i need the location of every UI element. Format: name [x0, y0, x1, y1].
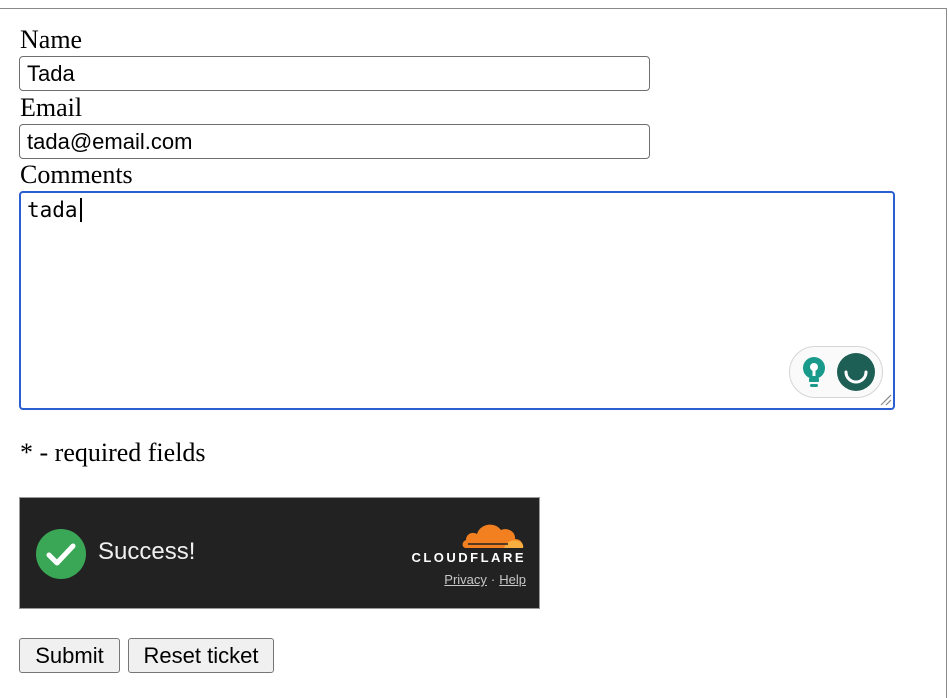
cloudflare-wordmark: CLOUDFLARE	[411, 550, 526, 565]
required-fields-note: * - required fields	[20, 438, 206, 467]
cloudflare-cloud-icon	[462, 524, 524, 548]
reset-ticket-button[interactable]: Reset ticket	[128, 638, 274, 673]
cloudflare-links: Privacy · Help	[398, 572, 526, 587]
privacy-link[interactable]: Privacy	[444, 572, 487, 587]
email-input[interactable]	[19, 124, 650, 159]
cloudflare-turnstile-widget: Success! CLOUDFLARE Privacy · Help	[19, 497, 540, 609]
checkmark-circle-icon	[36, 529, 86, 579]
comments-field-wrapper: tada	[19, 191, 895, 410]
comments-textarea[interactable]: tada	[21, 193, 893, 408]
comments-label: Comments	[20, 160, 133, 189]
help-link[interactable]: Help	[499, 572, 526, 587]
email-label: Email	[20, 93, 83, 122]
text-caret	[80, 198, 82, 222]
resize-handle-icon[interactable]	[878, 392, 892, 406]
grammar-assistant-icon[interactable]	[836, 352, 876, 392]
name-input[interactable]	[19, 56, 650, 91]
submit-button[interactable]: Submit	[19, 638, 120, 673]
lightbulb-icon[interactable]	[800, 356, 828, 390]
verification-status: Success!	[98, 538, 196, 565]
link-separator: ·	[490, 572, 496, 587]
name-label: Name	[20, 25, 83, 54]
